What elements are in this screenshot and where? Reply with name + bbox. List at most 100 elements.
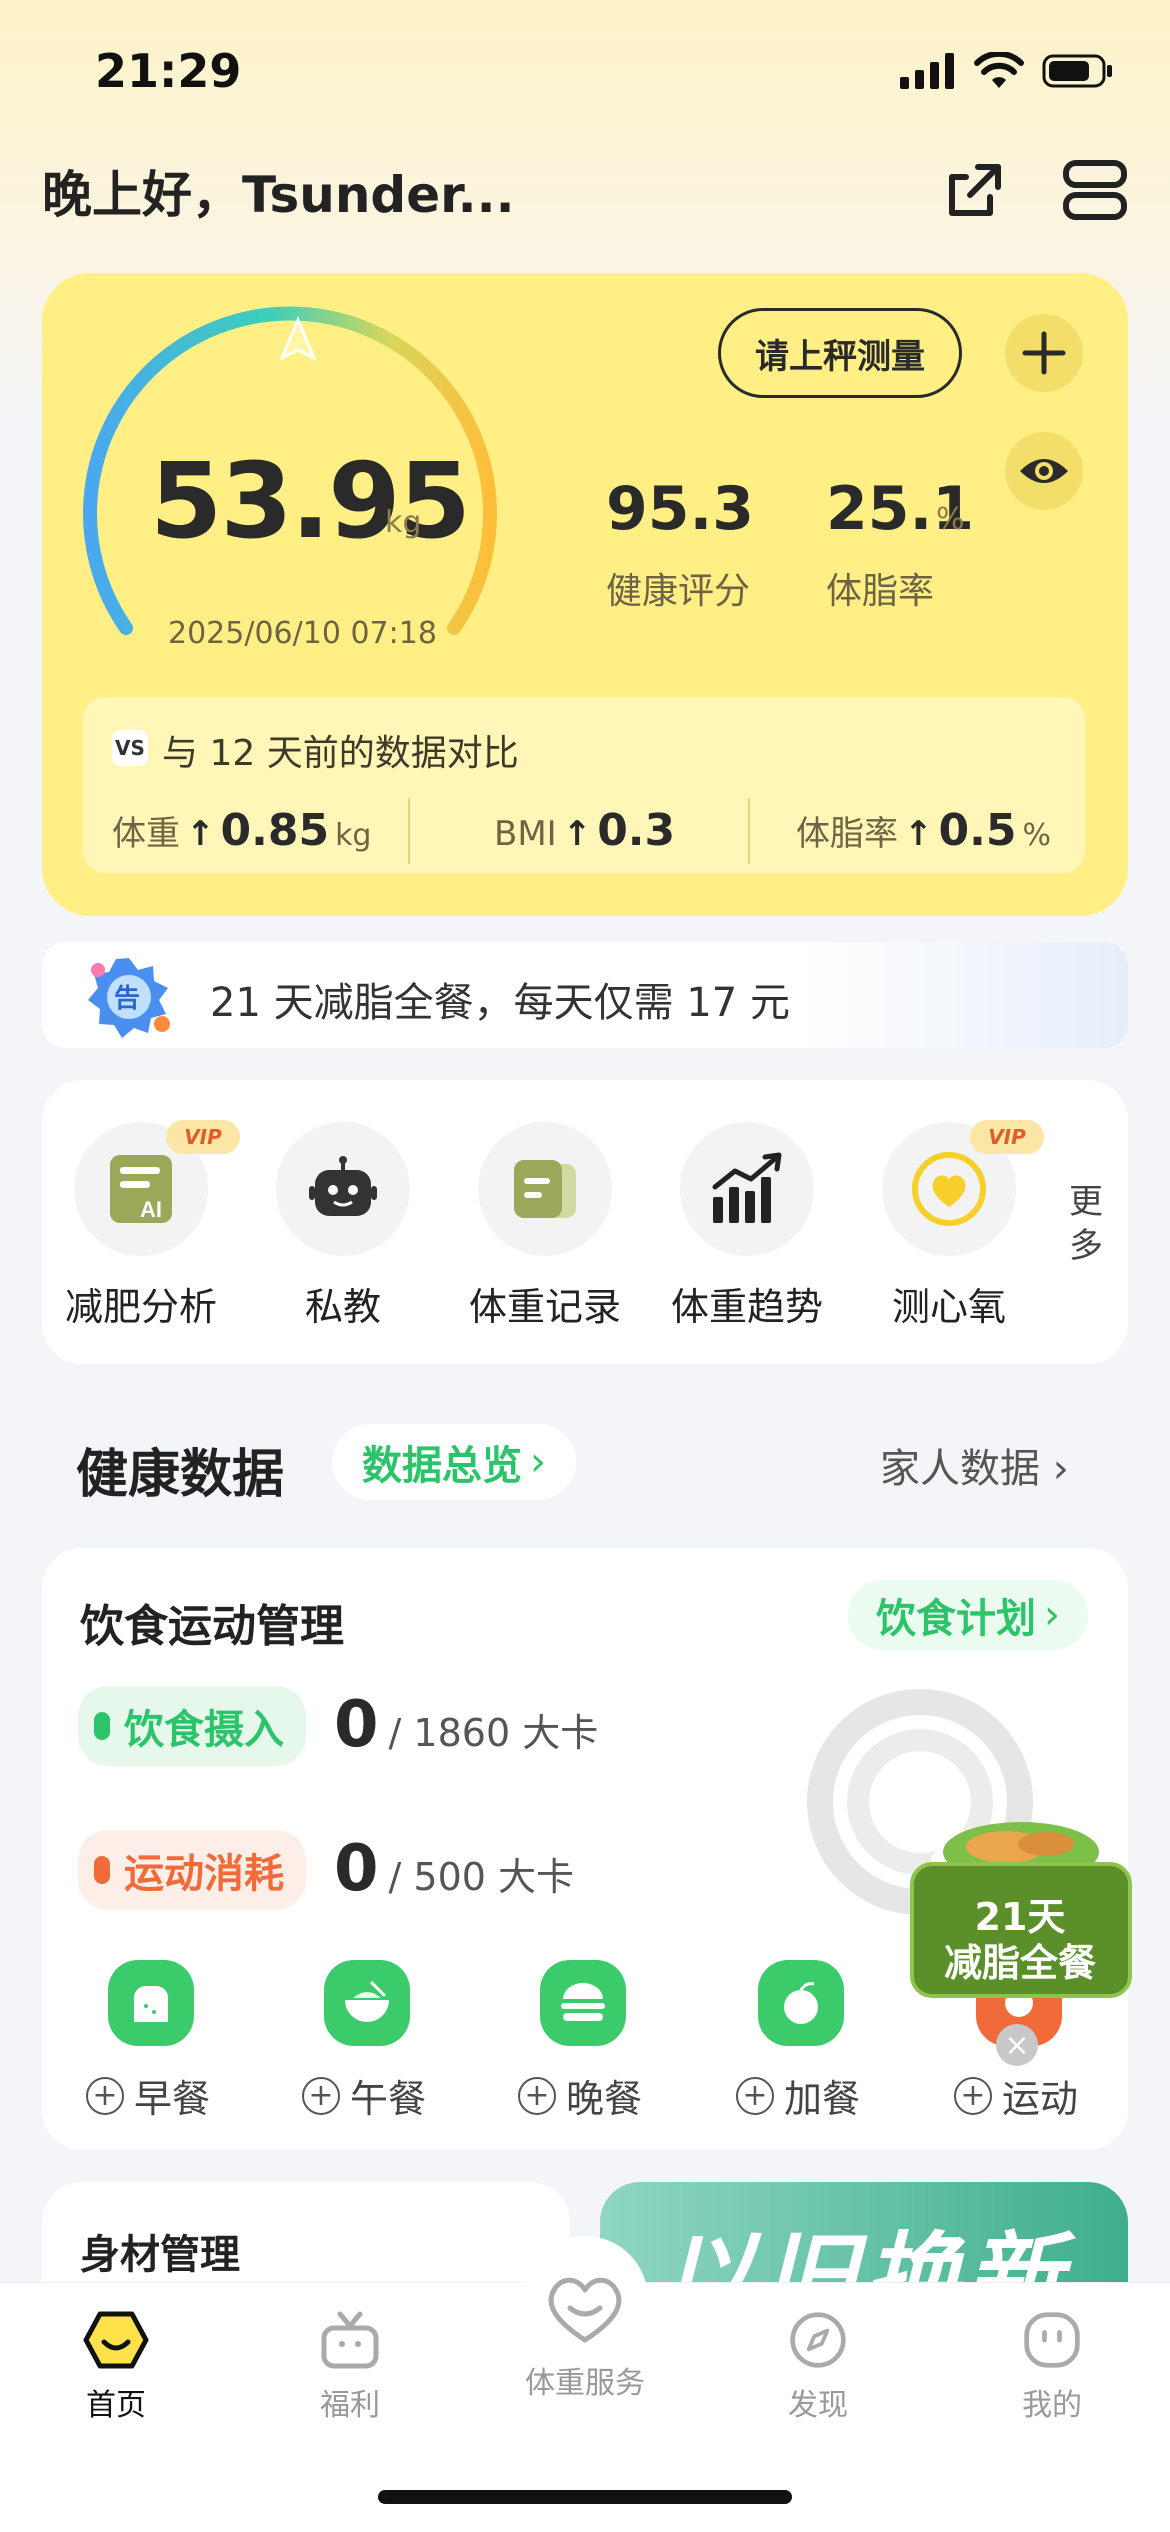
- tab-home[interactable]: 首页: [36, 2310, 196, 2424]
- burn-goal: / 500 大卡: [388, 1855, 575, 1899]
- health-section-title: 健康数据: [76, 1445, 285, 1505]
- close-icon: ×: [1004, 2027, 1030, 2063]
- tab-label: 福利: [320, 2388, 380, 2423]
- vs-badge: VS: [112, 730, 148, 766]
- add-dinner[interactable]: + 晚餐: [518, 2068, 642, 2123]
- meal-label: 运动: [1002, 2077, 1079, 2121]
- compare-bmi-label: BMI: [494, 814, 557, 854]
- more-shortcuts-button[interactable]: 更多: [1066, 1180, 1106, 1268]
- intake-goal: / 1860 大卡: [388, 1711, 599, 1755]
- health-score-label: 健康评分: [606, 571, 751, 612]
- add-snack[interactable]: + 加餐: [736, 2068, 860, 2123]
- menu-button[interactable]: [1060, 155, 1130, 225]
- burn-tag[interactable]: 运动消耗: [78, 1830, 306, 1910]
- visibility-toggle[interactable]: [1005, 432, 1083, 510]
- family-data-link[interactable]: 家人数据 ›: [880, 1436, 1069, 1494]
- diet-card-title: 饮食运动管理: [80, 1601, 344, 1652]
- divider: [748, 798, 750, 864]
- plus-circle-icon: +: [954, 2076, 992, 2115]
- vip-badge: VIP: [166, 1120, 240, 1154]
- arrow-up-icon: ↑: [904, 814, 933, 854]
- compare-bodyfat-label: 体脂率: [796, 814, 898, 854]
- plus-circle-icon: +: [302, 2076, 340, 2115]
- greeting-title: 晚上好，Tsunder...: [42, 166, 515, 224]
- burn-value: 0 / 500 大卡: [334, 1832, 574, 1906]
- promo-text: 21 天减脂全餐，每天仅需 17 元: [210, 980, 790, 1026]
- compare-bmi: BMI ↑ 0.3: [494, 805, 675, 856]
- tab-weight-service[interactable]: 体重服务: [505, 2268, 665, 2402]
- data-overview-label: 数据总览: [362, 1443, 522, 1489]
- plus-circle-icon: +: [86, 2076, 124, 2115]
- eye-icon: [1020, 459, 1068, 483]
- diet-plan-link[interactable]: 饮食计划 ›: [848, 1580, 1088, 1650]
- arrow-up-icon: ↑: [562, 814, 592, 854]
- shortcut-label: 测心氧: [891, 1285, 1006, 1329]
- share-button[interactable]: [940, 155, 1010, 225]
- toast-icon: [133, 1985, 169, 2022]
- plus-icon: [1022, 331, 1066, 375]
- meal-label: 加餐: [784, 2077, 861, 2121]
- heart-service-icon: [548, 2277, 622, 2343]
- weight-datetime: 2025/06/10 07:18: [168, 616, 437, 651]
- compare-bodyfat: 体脂率 ↑ 0.5 %: [796, 805, 1051, 856]
- shortcut-coach[interactable]: [276, 1122, 410, 1256]
- divider: [408, 798, 410, 864]
- compare-bodyfat-unit: %: [1022, 818, 1051, 853]
- compare-weight-unit: kg: [335, 818, 372, 853]
- shortcut-weight-record[interactable]: [478, 1122, 612, 1256]
- body-fat-label: 体脂率: [826, 571, 935, 612]
- gift-icon: [321, 2311, 379, 2369]
- shortcut-label: 减肥分析: [64, 1285, 217, 1329]
- health-score-value: 95.3: [606, 474, 755, 544]
- battery-icon: [1042, 54, 1112, 88]
- signal-icon: [900, 53, 954, 89]
- share-icon: [949, 164, 1001, 216]
- ad-label: 21天 减脂全餐: [906, 1894, 1134, 1986]
- fruit-icon: [784, 1982, 818, 2024]
- close-ad-button[interactable]: ×: [996, 2024, 1038, 2066]
- intake-number: 0: [334, 1688, 379, 1762]
- shortcut-weight-trend[interactable]: [680, 1122, 814, 1256]
- meal-label: 晚餐: [566, 2077, 643, 2121]
- ai-report-icon: AI: [110, 1155, 172, 1223]
- tab-discover[interactable]: 发现: [738, 2310, 898, 2424]
- body-management-title: 身材管理: [80, 2232, 240, 2278]
- compare-title: 与 12 天前的数据对比: [162, 733, 519, 774]
- meal-label: 早餐: [134, 2077, 211, 2121]
- tab-profile[interactable]: 我的: [972, 2310, 1132, 2424]
- weight-unit: kg: [385, 505, 422, 540]
- add-exercise[interactable]: + 运动: [954, 2068, 1078, 2123]
- add-lunch[interactable]: + 午餐: [302, 2068, 426, 2123]
- add-breakfast[interactable]: + 早餐: [86, 2068, 210, 2123]
- svg-text:AI: AI: [140, 1197, 162, 1222]
- breakfast-button[interactable]: [108, 1960, 194, 2046]
- tab-welfare[interactable]: 福利: [270, 2310, 430, 2424]
- lunch-button[interactable]: [324, 1960, 410, 2046]
- intake-tag[interactable]: 饮食摄入: [78, 1686, 306, 1766]
- burger-icon: [561, 1983, 605, 2021]
- vip-badge: VIP: [970, 1120, 1044, 1154]
- record-icon: [514, 1160, 576, 1218]
- plus-circle-icon: +: [518, 2076, 556, 2115]
- ad-line-1: 21天: [974, 1895, 1066, 1939]
- meal-label: 午餐: [350, 2077, 427, 2121]
- intake-value: 0 / 1860 大卡: [334, 1688, 598, 1762]
- compare-weight: 体重 ↑ 0.85 kg: [112, 805, 371, 856]
- compare-bodyfat-value: 0.5: [938, 805, 1017, 856]
- measure-button[interactable]: 请上秤测量: [718, 308, 962, 398]
- tab-label: 体重服务: [525, 2366, 645, 2401]
- profile-icon: [1024, 2312, 1080, 2368]
- intake-label: 饮食摄入: [124, 1707, 284, 1753]
- menu-icon: [1063, 160, 1127, 220]
- chevron-right-icon: ›: [530, 1439, 546, 1485]
- status-time: 21:29: [95, 44, 242, 98]
- data-overview-link[interactable]: 数据总览 ›: [332, 1424, 576, 1500]
- status-icons: [900, 52, 1114, 90]
- tab-label: 首页: [86, 2388, 146, 2423]
- dinner-button[interactable]: [540, 1960, 626, 2046]
- floating-meal-ad[interactable]: 21天 减脂全餐: [906, 1792, 1134, 2006]
- add-button[interactable]: [1005, 314, 1083, 392]
- family-data-label: 家人数据: [880, 1446, 1040, 1492]
- snack-button[interactable]: [758, 1960, 844, 2046]
- trend-chart-icon: [712, 1152, 782, 1223]
